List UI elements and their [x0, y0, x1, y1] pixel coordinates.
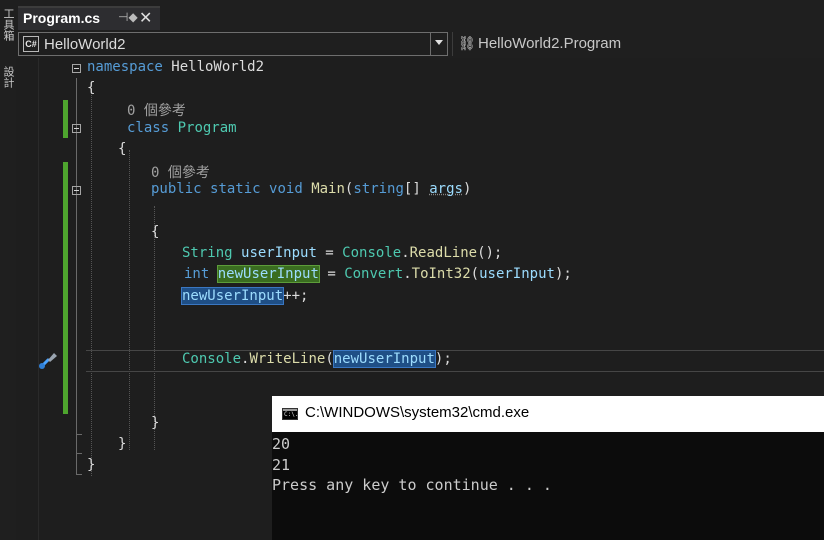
class-icon: ⛓: [458, 35, 476, 51]
code-line-brace[interactable]: {: [151, 224, 159, 240]
code-line-convert[interactable]: int newUserInput = Convert.ToInt32(userI…: [184, 265, 572, 283]
references-codelens[interactable]: 0 個參考: [151, 162, 210, 182]
variable: userInput: [479, 266, 555, 282]
chevron-down-icon: [435, 40, 443, 45]
csharp-project-icon: C#: [23, 36, 39, 52]
keyword: class: [127, 120, 170, 136]
console-title: C:\WINDOWS\system32\cmd.exe: [305, 404, 530, 421]
code-line-writeline[interactable]: Console.WriteLine(newUserInput);: [182, 350, 452, 368]
glyph-margin: [16, 58, 39, 540]
collapse-class-icon[interactable]: [72, 124, 81, 133]
keyword: int: [184, 266, 210, 282]
class-dropdown[interactable]: ⛓ HelloWorld2.Program: [452, 32, 824, 56]
class-name: Console: [342, 245, 402, 261]
namespace-name: HelloWorld2: [162, 59, 265, 75]
console-output: 20 21 Press any key to continue . . .: [272, 434, 552, 496]
class-name: HelloWorld2.Program: [478, 35, 622, 52]
keyword: string: [353, 181, 404, 197]
keyword: namespace: [87, 59, 163, 75]
code-line-main[interactable]: public static void Main(string[] args): [151, 181, 471, 197]
cmd-icon: C:\.: [282, 408, 298, 420]
close-icon[interactable]: ✕: [139, 8, 152, 28]
variable-definition-highlight: newUserInput: [216, 265, 320, 283]
operator: =: [316, 245, 343, 261]
class-name: Console: [182, 351, 242, 367]
paren: ): [462, 181, 472, 197]
console-window[interactable]: C:\. C:\WINDOWS\system32\cmd.exe 20 21 Pre…: [272, 396, 824, 540]
dot: .: [401, 245, 410, 261]
console-line: 20: [272, 435, 291, 453]
design-tab[interactable]: 設計: [2, 66, 15, 88]
code-line-brace[interactable]: }: [118, 436, 126, 452]
operator: ++;: [283, 288, 309, 304]
method-name: ToInt32: [411, 266, 471, 282]
class-name: Convert: [344, 266, 404, 282]
method-name: Main: [311, 181, 345, 197]
keyword: public: [151, 181, 202, 197]
indent-guide: [154, 206, 155, 450]
references-codelens[interactable]: 0 個參考: [127, 100, 186, 120]
bracket: []: [403, 181, 430, 197]
variable: userInput: [241, 245, 317, 261]
outline-end: [76, 453, 82, 454]
code-line-brace[interactable]: {: [118, 141, 126, 157]
outline-line: [76, 78, 77, 475]
code-line-readline[interactable]: String userInput = Console.ReadLine();: [182, 245, 502, 261]
keyword: static: [210, 181, 261, 197]
project-dropdown[interactable]: C# HelloWorld2: [18, 32, 448, 56]
dropdown-button[interactable]: [430, 33, 447, 55]
keyword: void: [269, 181, 303, 197]
pin-icon[interactable]: ⊣◆: [118, 10, 138, 24]
punctuation: );: [554, 266, 572, 282]
indent-guide: [129, 150, 130, 450]
change-bar: [63, 100, 68, 138]
punctuation: );: [434, 351, 452, 367]
outline-end: [76, 434, 82, 435]
collapse-method-icon[interactable]: [72, 186, 81, 195]
parameter-args: args: [429, 181, 463, 197]
code-line-namespace[interactable]: namespace HelloWorld2: [87, 59, 264, 75]
console-title-bar[interactable]: C:\. C:\WINDOWS\system32\cmd.exe: [272, 396, 824, 432]
quick-actions-brush-icon[interactable]: [38, 350, 60, 370]
type-name: String: [182, 245, 233, 261]
paren: (: [325, 351, 334, 367]
toolbox-strip[interactable]: 工具箱 設計: [0, 0, 17, 540]
cmd-icon-text: C:\.: [284, 411, 299, 418]
indent-guide: [91, 88, 92, 476]
change-bar: [63, 162, 68, 414]
console-line: 21: [272, 455, 291, 474]
paren: (: [470, 266, 480, 282]
method-name: ReadLine: [409, 245, 478, 261]
method-name: WriteLine: [249, 351, 326, 367]
collapse-namespace-icon[interactable]: [72, 64, 81, 73]
tab-program-cs[interactable]: Program.cs ⊣◆ ✕: [18, 6, 160, 30]
variable-reference-highlight: newUserInput: [332, 350, 436, 368]
outline-end: [76, 474, 82, 475]
punctuation: ();: [477, 245, 503, 261]
project-name: HelloWorld2: [44, 36, 126, 53]
code-line-class[interactable]: class Program: [127, 120, 237, 136]
dot: .: [403, 266, 412, 282]
code-line-brace[interactable]: }: [151, 415, 159, 431]
operator: =: [318, 266, 345, 282]
toolbox-tab[interactable]: 工具箱: [2, 8, 15, 41]
tab-title: Program.cs: [23, 10, 101, 26]
code-line-brace[interactable]: {: [87, 80, 95, 96]
code-line-brace[interactable]: }: [87, 457, 95, 473]
code-line-increment[interactable]: newUserInput++;: [180, 287, 309, 305]
console-line: Press any key to continue . . .: [272, 476, 552, 494]
variable-reference-highlight: newUserInput: [180, 287, 285, 305]
class-name: Program: [177, 120, 237, 136]
